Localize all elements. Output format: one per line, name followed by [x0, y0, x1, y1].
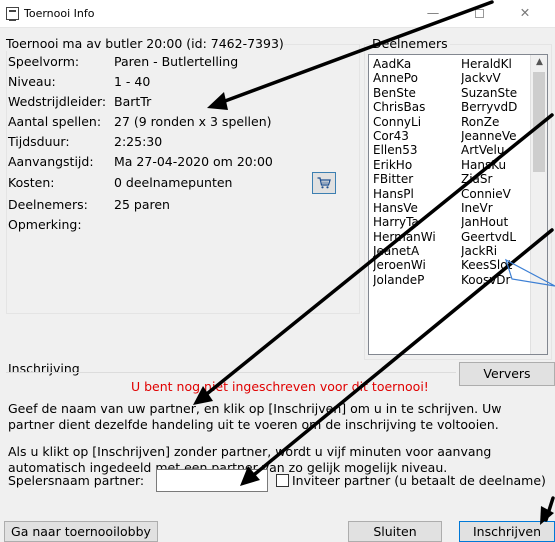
value-aantal-spellen: 27 (9 ronden x 3 spellen)	[114, 114, 272, 129]
minimize-button[interactable]: —	[410, 0, 456, 28]
label-kosten: Kosten:	[8, 175, 55, 190]
participants-scrollbar[interactable]: ▲	[530, 55, 547, 354]
list-item[interactable]: JackRi	[461, 244, 531, 258]
registration-title: Inschrijving	[8, 361, 80, 376]
instruction-line-2: partner dient dezelfde handeling uit te …	[8, 417, 499, 432]
list-item[interactable]: HansVe	[373, 201, 461, 215]
cart-icon	[317, 177, 331, 189]
list-item[interactable]: JolandeP	[373, 273, 461, 287]
list-item[interactable]: GeertvdL	[461, 230, 531, 244]
register-button[interactable]: Inschrijven	[459, 521, 555, 542]
scroll-up-icon[interactable]: ▲	[531, 57, 547, 67]
registration-warning: U bent nog niet ingeschreven voor dit to…	[131, 379, 429, 394]
list-item[interactable]: KeesSlot	[461, 258, 531, 272]
label-deelnemers: Deelnemers:	[8, 197, 88, 212]
list-item[interactable]: RonZe	[461, 115, 531, 129]
refresh-button[interactable]: Ververs	[459, 362, 555, 386]
lobby-button[interactable]: Ga naar toernooilobby	[4, 521, 158, 542]
close-button[interactable]: Sluiten	[348, 521, 442, 542]
partner-label: Spelersnaam partner:	[8, 473, 145, 488]
instruction-line-1: Geef de naam van uw partner, en klik op …	[8, 401, 502, 416]
list-item[interactable]: Cor43	[373, 129, 461, 143]
list-item[interactable]: JackvV	[461, 71, 531, 85]
list-item[interactable]: HeraldKl	[461, 57, 531, 71]
list-item[interactable]: ChrisBas	[373, 100, 461, 114]
instruction-line-3: Als u klikt op [Inschrijven] zonder part…	[8, 444, 492, 459]
scrollbar-thumb[interactable]	[533, 72, 545, 172]
list-item[interactable]: HermanWi	[373, 230, 461, 244]
list-item[interactable]: JanHout	[461, 215, 531, 229]
list-item[interactable]: JeanneVe	[461, 129, 531, 143]
list-item[interactable]: ErikHo	[373, 158, 461, 172]
label-speelvorm: Speelvorm:	[8, 54, 80, 69]
list-item[interactable]: AadKa	[373, 57, 461, 71]
label-aantal-spellen: Aantal spellen:	[8, 114, 102, 129]
list-item[interactable]: AnnePo	[373, 71, 461, 85]
invite-partner-checkbox[interactable]	[276, 474, 289, 487]
list-item[interactable]: IneVr	[461, 201, 531, 215]
value-tijdsduur: 2:25:30	[114, 134, 163, 149]
close-window-button[interactable]: ✕	[502, 0, 548, 28]
label-tijdsduur: Tijdsduur:	[8, 134, 70, 149]
value-kosten: 0 deelnamepunten	[114, 175, 233, 190]
label-niveau: Niveau:	[8, 74, 56, 89]
list-item[interactable]: FBitter	[373, 172, 461, 186]
list-item[interactable]: SuzanSte	[461, 86, 531, 100]
list-item[interactable]: BerryvdD	[461, 100, 531, 114]
label-wedstrijdleider: Wedstrijdleider:	[8, 94, 107, 109]
list-item[interactable]: JeanetA	[373, 244, 461, 258]
arrow-to-register-button	[544, 496, 555, 522]
divider	[6, 372, 456, 373]
participants-title: Deelnemers	[370, 36, 450, 51]
maximize-icon	[474, 9, 484, 18]
list-item[interactable]: HarryTa	[373, 215, 461, 229]
buy-button[interactable]	[312, 172, 336, 194]
window-title: Toernooi Info	[24, 7, 95, 20]
label-aanvangstijd: Aanvangstijd:	[8, 154, 94, 169]
invite-partner-label[interactable]: Inviteer partner (u betaalt de deelname)	[292, 473, 546, 488]
list-item[interactable]: HansPl	[373, 187, 461, 201]
list-item[interactable]: Ellen53	[373, 143, 461, 157]
value-deelnemers: 25 paren	[114, 197, 170, 212]
list-item[interactable]: ZiaSr	[461, 172, 531, 186]
participants-list[interactable]: AadKa HeraldKl AnnePo JackvV BenSte Suza…	[368, 54, 548, 355]
participants-grid: AadKa HeraldKl AnnePo JackvV BenSte Suza…	[373, 57, 531, 287]
list-item[interactable]: BenSte	[373, 86, 461, 100]
list-item[interactable]: ArtVelu	[461, 143, 531, 157]
tournament-heading: Toernooi ma av butler 20:00 (id: 7462-73…	[6, 36, 284, 51]
value-niveau: 1 - 40	[114, 74, 151, 89]
app-icon	[6, 7, 19, 21]
value-speelvorm: Paren - Butlertelling	[114, 54, 239, 69]
value-aanvangstijd: Ma 27-04-2020 om 20:00	[114, 154, 273, 169]
list-item[interactable]: JeroenWi	[373, 258, 461, 272]
maximize-button[interactable]	[456, 0, 502, 28]
list-item[interactable]: HansKu	[461, 158, 531, 172]
value-wedstrijdleider: BartTr	[114, 94, 152, 109]
list-item[interactable]: ConnyLi	[373, 115, 461, 129]
list-item[interactable]: ConnieV	[461, 187, 531, 201]
title-bar: Toernooi Info — ✕	[0, 0, 555, 28]
label-opmerking: Opmerking:	[8, 217, 82, 232]
list-item[interactable]: KoosvDr	[461, 273, 531, 287]
partner-name-input[interactable]	[156, 469, 268, 492]
